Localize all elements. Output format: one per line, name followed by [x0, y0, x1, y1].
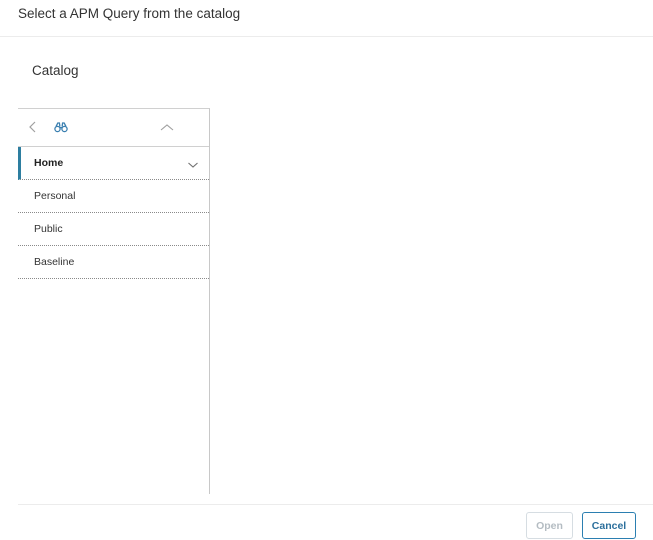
- open-button[interactable]: Open: [526, 512, 573, 539]
- catalog-item-label: Public: [34, 223, 63, 235]
- catalog-item-label: Home: [34, 157, 64, 169]
- chevron-up-icon[interactable]: [158, 118, 176, 136]
- catalog-item-public[interactable]: Public: [18, 213, 209, 246]
- cancel-button[interactable]: Cancel: [582, 512, 636, 539]
- footer-divider: [18, 504, 653, 505]
- dialog-header: Select a APM Query from the catalog: [0, 0, 653, 37]
- catalog-item-personal[interactable]: Personal: [18, 180, 209, 213]
- binoculars-icon[interactable]: [52, 118, 70, 136]
- dialog-title: Select a APM Query from the catalog: [18, 6, 241, 21]
- catalog-item-label: Personal: [34, 190, 76, 202]
- catalog-toolbar: [18, 109, 209, 147]
- catalog-item-baseline[interactable]: Baseline: [18, 246, 209, 279]
- catalog-item-home[interactable]: Home: [18, 147, 209, 180]
- catalog-tree-panel: Home Personal Public Baseline: [18, 108, 210, 494]
- chevron-down-icon[interactable]: [187, 158, 199, 170]
- catalog-section-title: Catalog: [32, 63, 79, 78]
- catalog-item-label: Baseline: [34, 256, 75, 268]
- chevron-left-icon[interactable]: [24, 118, 42, 136]
